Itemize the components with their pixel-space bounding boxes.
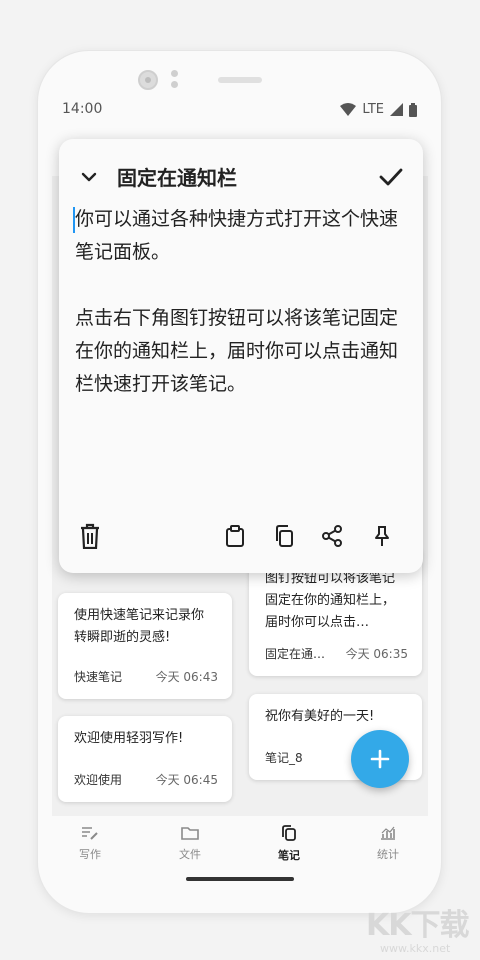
note-body: 图钉按钮可以将该笔记固定在你的通知栏上，届时你可以点击… (265, 571, 396, 630)
panel-header: 固定在通知栏 (77, 159, 405, 195)
note-text-editor[interactable]: 你可以通过各种快捷方式打开这个快速笔记面板。 点击右下角图钉按钮可以将该笔记固定… (75, 203, 409, 401)
share-icon (322, 525, 342, 547)
notes-icon (282, 825, 296, 841)
panel-toolbar (75, 521, 407, 555)
watermark-url: www.kkx.net (380, 942, 451, 955)
folder-icon (181, 827, 199, 840)
home-indicator[interactable] (186, 877, 294, 881)
nav-item-stats[interactable]: 统计 (358, 825, 418, 862)
trash-icon (81, 523, 99, 549)
note-date: 今天 06:45 (155, 773, 218, 787)
bottom-navigation: 写作 文件 笔记 统计 (52, 819, 428, 871)
stats-icon (381, 826, 395, 840)
note-title: 笔记_8 (265, 751, 303, 765)
note-title: 固定在通… (265, 647, 326, 661)
note-date: 今天 06:35 (345, 647, 408, 661)
nav-label: 文件 (179, 848, 201, 861)
sensor (171, 70, 179, 90)
network-type: LTE (362, 102, 384, 117)
status-time: 14:00 (62, 101, 103, 117)
share-button[interactable] (317, 521, 347, 551)
note-body: 祝你有美好的一天! (265, 709, 375, 724)
front-camera (138, 70, 158, 90)
nav-item-notes[interactable]: 笔记 (259, 825, 319, 863)
nav-item-files[interactable]: 文件 (160, 825, 220, 862)
battery-icon (409, 102, 417, 117)
pin-icon (375, 526, 389, 546)
clipboard-icon (226, 525, 244, 547)
note-title: 欢迎使用 (74, 773, 123, 787)
nav-label: 笔记 (278, 849, 300, 862)
wifi-icon (340, 103, 357, 116)
nav-item-write[interactable]: 写作 (60, 825, 120, 862)
note-card[interactable]: 欢迎使用轻羽写作! 欢迎使用 今天 06:45 (58, 716, 232, 802)
note-body: 欢迎使用轻羽写作! (74, 731, 184, 746)
delete-button[interactable] (75, 521, 105, 551)
copy-icon (276, 525, 293, 547)
panel-title[interactable]: 固定在通知栏 (117, 162, 237, 191)
paste-button[interactable] (220, 521, 250, 551)
edit-note-icon (82, 827, 98, 840)
status-bar: 14:00 LTE (62, 101, 417, 123)
note-title: 快速笔记 (74, 670, 123, 684)
pin-button[interactable] (367, 521, 397, 551)
chevron-down-icon[interactable] (77, 165, 101, 189)
phone-frame: 14:00 LTE 使用快速笔记来记录你转瞬即逝的灵感! 快速笔记 今天 06:… (37, 50, 442, 914)
plus-icon (370, 749, 390, 769)
add-note-button[interactable] (351, 730, 409, 788)
nav-label: 写作 (79, 848, 101, 861)
note-date: 今天 06:43 (155, 670, 218, 684)
check-icon[interactable] (377, 163, 405, 191)
earpiece-speaker (218, 77, 262, 83)
signal-icon (390, 103, 403, 116)
nav-label: 统计 (377, 848, 399, 861)
copy-button[interactable] (269, 521, 299, 551)
watermark-logo: KK下载 (366, 908, 469, 943)
quick-note-panel: 固定在通知栏 你可以通过各种快捷方式打开这个快速笔记面板。 点击右下角图钉按钮可… (59, 139, 423, 573)
note-body: 使用快速笔记来记录你转瞬即逝的灵感! (74, 608, 205, 645)
note-card[interactable]: 使用快速笔记来记录你转瞬即逝的灵感! 快速笔记 今天 06:43 (58, 593, 232, 699)
